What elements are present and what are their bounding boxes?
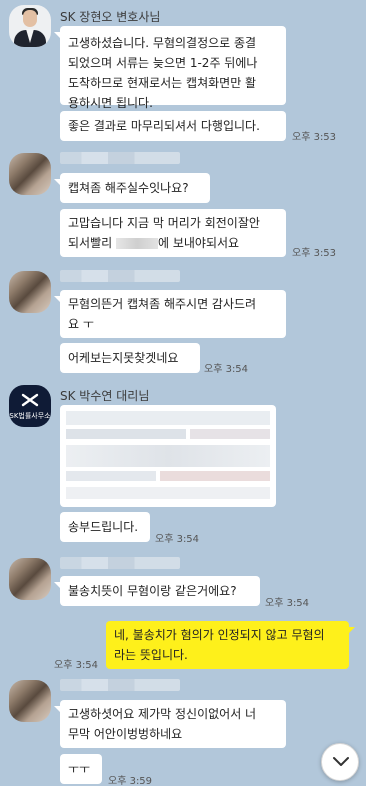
image-blur-region [66,411,270,425]
message-text: 불송치뜻이 무혐이랑 같은거에요? [68,584,237,598]
chevron-down-icon [333,757,349,766]
user-avatar[interactable] [9,680,51,722]
message-bubble[interactable]: 고맙습니다 지금 막 머리가 회전이잘안 되서빨리 에 보내야되서요 [60,209,286,257]
image-blur-region [66,445,270,467]
sender-name-redacted [60,152,180,164]
message-bubble[interactable]: 고생하셧어요 제가막 정신이없어서 너 무막 어안이벙벙하네요 [54,700,286,748]
message-text: 용하시면 됩니다. [68,96,153,110]
message-time: 오후 3:59 [108,776,153,786]
sk-logo-label: SK법률사무소 [9,412,51,420]
message-text: 되서빨리 [68,236,113,250]
message-bubble[interactable]: 고생하셨습니다. 무혐의결정으로 종결 되었으며 서류는 늦으면 1-2주 뒤에… [54,26,286,110]
redacted-text [116,238,158,249]
message-bubble[interactable]: 송부드립니다. [60,512,150,542]
message-text: 무혐의뜬거 캡쳐좀 해주시면 감사드려 [68,297,257,311]
message-text: 도착하므로 현재로서는 캡쳐화면만 활 [68,76,257,90]
message-bubble[interactable]: 무혐의뜬거 캡쳐좀 해주시면 감사드려 요 ㅜ [54,290,286,338]
scroll-down-button[interactable] [321,743,359,781]
message-text: 에 보내야되서요 [158,236,240,250]
message-text: 무막 어안이벙벙하네요 [68,727,183,741]
message-text: 좋은 결과로 마무리되셔서 다행입니다. [68,119,260,133]
chat-room: SK 장현오 변호사님 고생하셨습니다. 무혐의결정으로 종결 되었으며 서류는… [0,0,366,786]
sender-name-redacted [60,557,180,569]
message-time: 오후 3:54 [155,534,200,545]
message-time: 오후 3:54 [265,598,310,609]
message-text-line: 되서빨리 에 보내야되서요 [68,233,278,253]
message-time: 오후 3:53 [292,132,337,143]
message-text: 어케보는지못찾겟네요 [68,351,179,365]
message-bubble[interactable]: 좋은 결과로 마무리되셔서 다행입니다. [60,111,286,141]
message-text: 되었으며 서류는 늦으면 1-2주 뒤에나 [68,56,258,70]
message-text: 고생하셧어요 제가막 정신이없어서 너 [68,707,257,721]
sk-mark-icon [21,393,39,407]
message-time: 오후 3:54 [204,364,249,375]
message-text: 요 ㅜ [68,317,94,331]
my-message-bubble[interactable]: 네, 불송치가 혐의가 인정되지 않고 무혐의 라는 뜻입니다. [106,621,355,669]
message-time: 오후 3:54 [54,660,99,671]
sk-logo-icon[interactable]: SK법률사무소 [9,385,51,427]
message-text: ㅜㅜ [68,762,91,776]
sender-name: SK 장현오 변호사님 [60,10,161,24]
message-text: 고맙습니다 지금 막 머리가 회전이잘안 [68,216,260,230]
lawyer-avatar-icon[interactable] [9,5,51,47]
sender-name-redacted [60,679,180,691]
user-avatar[interactable] [9,153,51,195]
sender-name: SK 박수연 대리님 [60,389,150,403]
user-avatar[interactable] [9,558,51,600]
message-text: 네, 불송치가 혐의가 인정되지 않고 무혐의 [114,628,325,642]
message-bubble[interactable]: ㅜㅜ [60,754,102,784]
image-blur-region [66,487,270,499]
image-blur-region [66,471,156,481]
user-avatar[interactable] [9,271,51,313]
image-blur-region [190,429,270,439]
attached-image[interactable] [60,405,276,507]
sender-name-redacted [60,270,180,282]
message-text: 송부드립니다. [68,520,139,534]
message-text: 캡쳐좀 해주실수잇나요? [68,181,189,195]
message-text: 고생하셨습니다. 무혐의결정으로 종결 [68,36,257,50]
image-blur-region [160,471,270,481]
message-bubble[interactable]: 어케보는지못찾겟네요 [60,343,200,373]
message-bubble[interactable]: 불송치뜻이 무혐이랑 같은거에요? [54,576,260,606]
message-time: 오후 3:53 [292,248,337,259]
image-blur-region [66,429,186,439]
message-bubble[interactable]: 캡쳐좀 해주실수잇나요? [54,173,210,203]
message-text: 라는 뜻입니다. [114,648,188,662]
